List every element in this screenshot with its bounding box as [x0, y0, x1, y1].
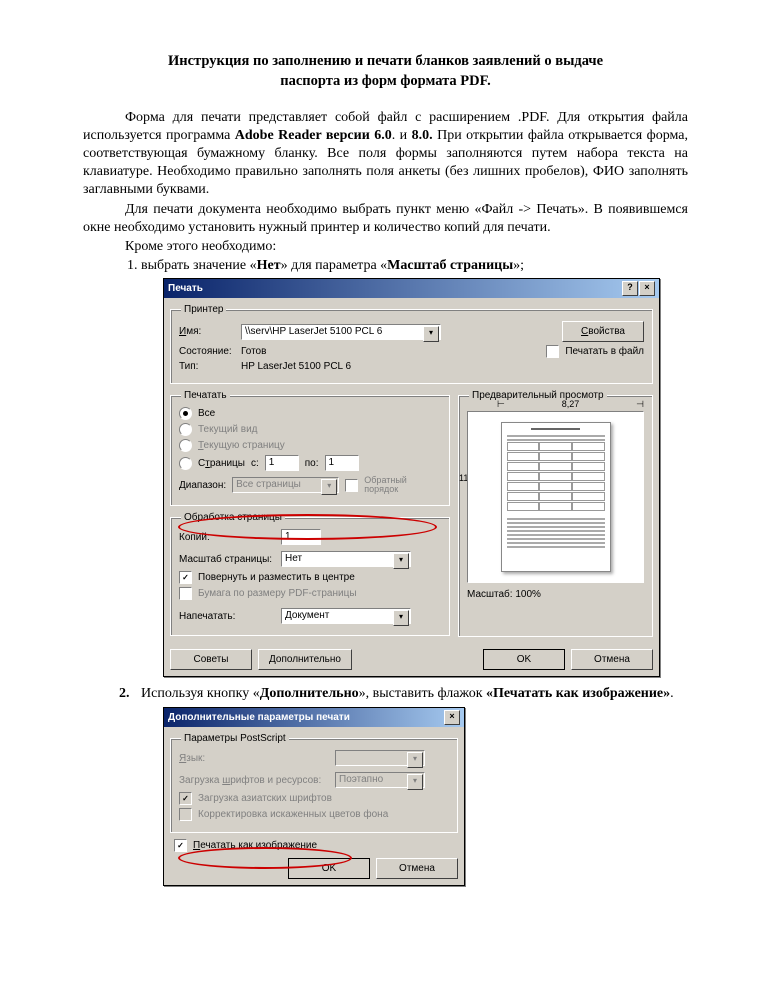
- chevron-down-icon: ▾: [423, 326, 439, 342]
- paragraph-2: Для печати документа необходимо выбрать …: [83, 201, 688, 237]
- printer-legend: Принтер: [181, 304, 226, 315]
- scale-select[interactable]: Нет▾: [281, 551, 411, 567]
- scale-label: Масштаб страницы:: [179, 554, 275, 565]
- to-label: по:: [305, 458, 319, 469]
- cancel-button[interactable]: Отмена: [376, 858, 458, 879]
- ok-button[interactable]: OK: [288, 858, 370, 879]
- range-legend: Печатать: [181, 390, 230, 401]
- dialog-title: Дополнительные параметры печати: [168, 712, 350, 723]
- asian-checkbox: [179, 792, 192, 805]
- close-icon[interactable]: ×: [444, 710, 460, 725]
- print-as-image-checkbox[interactable]: [174, 839, 187, 852]
- name-label: Имя:: [179, 326, 235, 337]
- properties-button[interactable]: Свойства: [562, 321, 644, 342]
- help-icon[interactable]: ?: [622, 281, 638, 296]
- printer-select[interactable]: \\serv\HP LaserJet 5100 PCL 6▾: [241, 324, 441, 340]
- page-thumbnail: [501, 422, 611, 572]
- print-to-file-label: Печатать в файл: [565, 346, 644, 357]
- lang-select: ▾: [335, 750, 425, 766]
- range-group: Печатать Все Текущий вид Текущую страниц…: [170, 390, 450, 506]
- list-item-1: выбрать значение «Нет» для параметра «Ма…: [141, 258, 688, 274]
- paragraph-1: Форма для печати представляет собой файл…: [83, 109, 688, 199]
- subset-select: Все страницы▾: [232, 477, 339, 493]
- from-label: с:: [251, 458, 259, 469]
- fonts-select: Поэтапно▾: [335, 772, 425, 788]
- chevron-down-icon: ▾: [321, 479, 337, 495]
- printwhat-select[interactable]: Документ▾: [281, 608, 411, 624]
- radio-all-label: Все: [198, 408, 215, 419]
- radio-curpage-label: Текущую страницу: [198, 440, 285, 451]
- tips-button[interactable]: Советы: [170, 649, 252, 670]
- copies-input[interactable]: 1: [281, 529, 321, 545]
- printwhat-label: Напечатать:: [179, 611, 275, 622]
- list-item-2: 2. Используя кнопку «Дополнительно», выс…: [119, 685, 688, 703]
- print-as-image-label: Печатать как изображение: [193, 840, 317, 851]
- radio-curview[interactable]: [179, 423, 192, 436]
- rotate-label: Повернуть и разместить в центре: [198, 572, 355, 583]
- handling-group: Обработка страницы Копий: 1 Масштаб стра…: [170, 512, 450, 636]
- reverse-checkbox: [345, 479, 358, 492]
- state-value: Готов: [241, 346, 266, 357]
- ok-button[interactable]: OK: [483, 649, 565, 670]
- printer-group: Принтер Имя: \\serv\HP LaserJet 5100 PCL…: [170, 304, 653, 384]
- radio-curpage[interactable]: [179, 439, 192, 452]
- advanced-button[interactable]: Дополнительно: [258, 649, 352, 670]
- paragraph-3: Кроме этого необходимо:: [83, 238, 688, 256]
- preview-canvas: [467, 411, 644, 583]
- paper-label: Бумага по размеру PDF-страницы: [198, 588, 357, 599]
- ruler-width: ⊢8,27⊣: [497, 399, 644, 410]
- radio-pages[interactable]: [179, 457, 192, 470]
- chevron-down-icon: ▾: [407, 752, 423, 768]
- print-to-file-checkbox[interactable]: [546, 345, 559, 358]
- ps-legend: Параметры PostScript: [181, 733, 289, 744]
- asian-label: Загрузка азиатских шрифтов: [198, 793, 332, 804]
- advanced-dialog: Дополнительные параметры печати × Параме…: [163, 707, 465, 886]
- print-dialog: Печать ? × Принтер Имя: \\serv\HP LaserJ…: [163, 278, 660, 677]
- state-label: Состояние:: [179, 346, 235, 357]
- to-input[interactable]: 1: [325, 455, 359, 471]
- handling-legend: Обработка страницы: [181, 512, 285, 523]
- paper-checkbox[interactable]: [179, 587, 192, 600]
- radio-curview-label: Текущий вид: [198, 424, 258, 435]
- type-label: Тип:: [179, 361, 235, 372]
- titlebar[interactable]: Дополнительные параметры печати ×: [164, 708, 464, 727]
- radio-pages-label: Страницы: [198, 458, 245, 469]
- chevron-down-icon: ▾: [393, 610, 409, 626]
- dialog-title: Печать: [168, 283, 203, 294]
- rotate-checkbox[interactable]: [179, 571, 192, 584]
- titlebar[interactable]: Печать ? ×: [164, 279, 659, 298]
- lang-label: Язык:: [179, 753, 329, 764]
- chevron-down-icon: ▾: [393, 553, 409, 569]
- colorfix-checkbox: [179, 808, 192, 821]
- cancel-button[interactable]: Отмена: [571, 649, 653, 670]
- radio-all[interactable]: [179, 407, 192, 420]
- page-title: Инструкция по заполнению и печати бланко…: [83, 52, 688, 91]
- subset-label: Диапазон:: [179, 480, 226, 491]
- zoom-label: Масштаб: 100%: [467, 589, 644, 600]
- postscript-group: Параметры PostScript Язык: ▾ Загрузка шр…: [170, 733, 458, 833]
- chevron-down-icon: ▾: [407, 774, 423, 790]
- type-value: HP LaserJet 5100 PCL 6: [241, 361, 351, 372]
- fonts-label: Загрузка шрифтов и ресурсов:: [179, 775, 329, 786]
- colorfix-label: Корректировка искаженных цветов фона: [198, 809, 388, 820]
- close-icon[interactable]: ×: [639, 281, 655, 296]
- reverse-label: Обратный порядок: [364, 476, 441, 494]
- preview-group: Предварительный просмотр ⊢8,27⊣ 11,69: [458, 390, 653, 637]
- copies-label: Копий:: [179, 532, 275, 543]
- from-input[interactable]: 1: [265, 455, 299, 471]
